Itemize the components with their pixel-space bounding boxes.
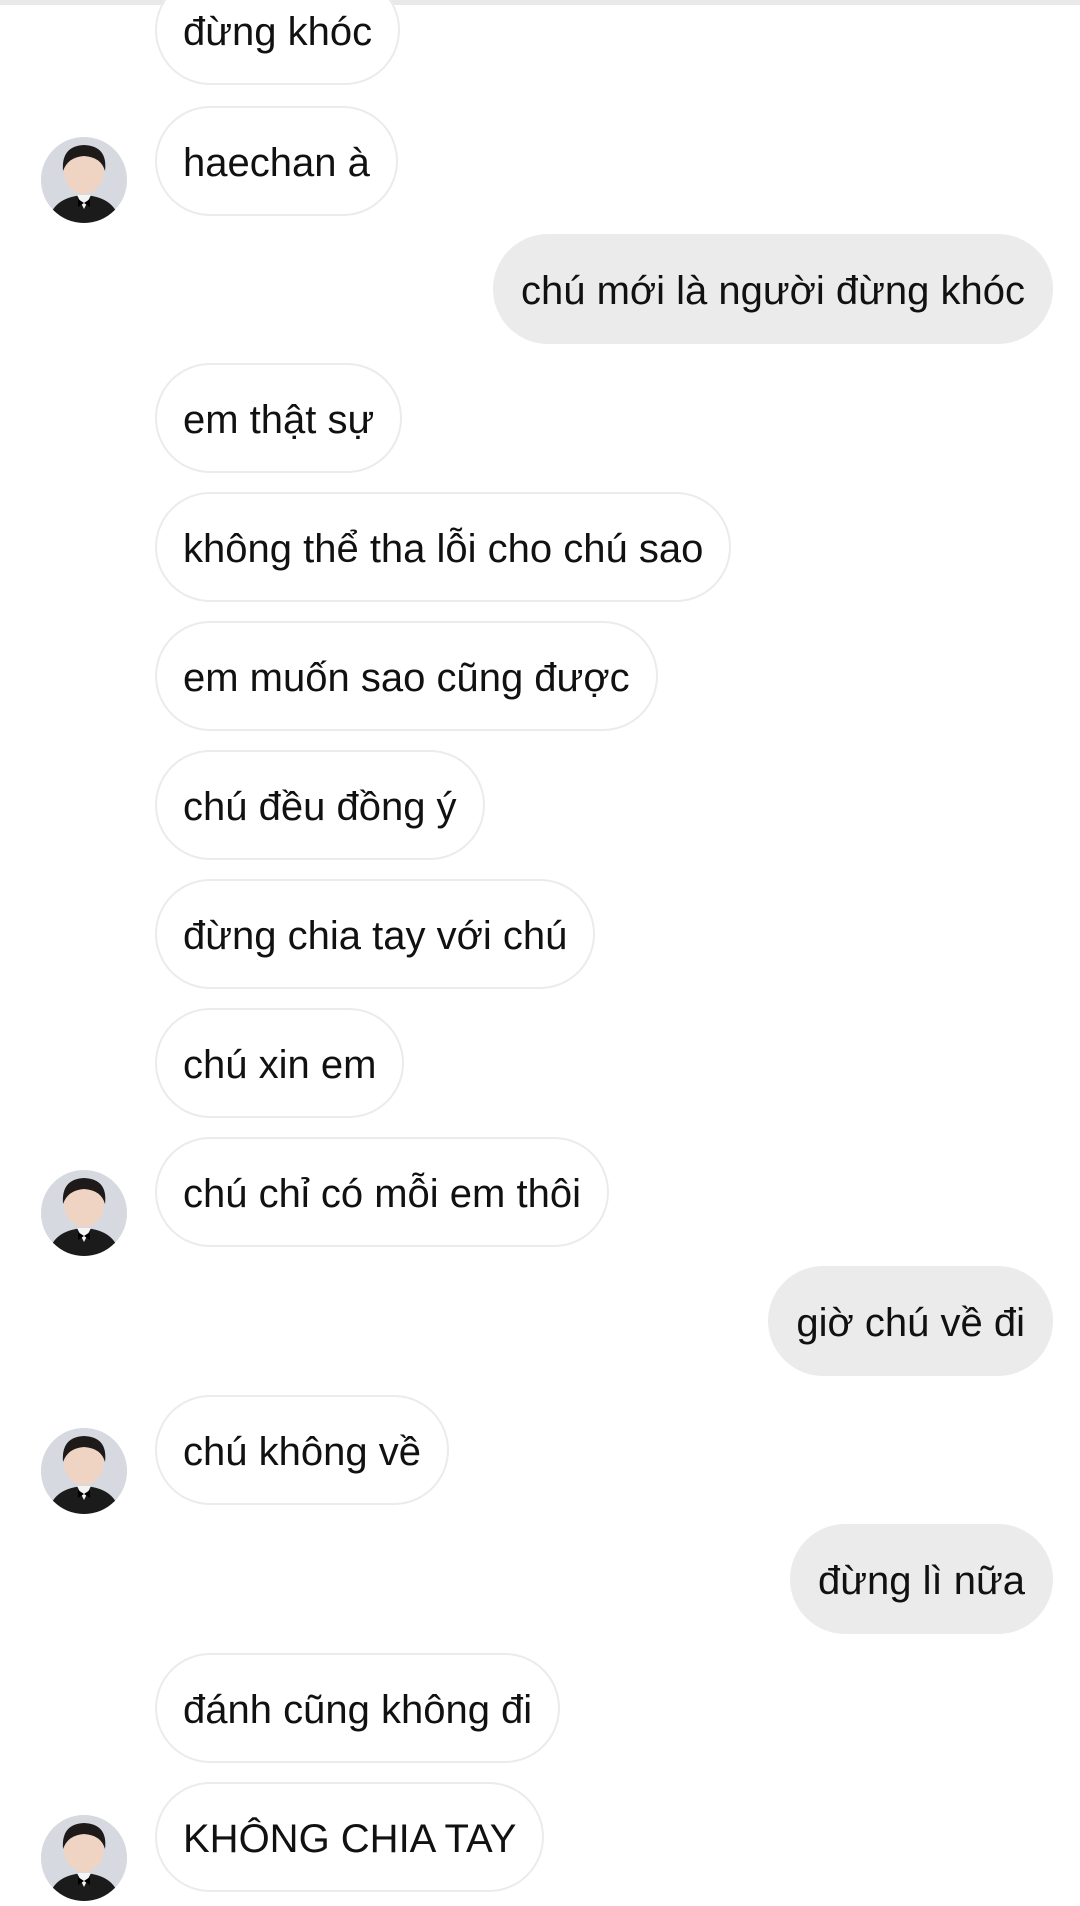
- incoming-message[interactable]: em thật sự: [155, 363, 403, 473]
- outgoing-message[interactable]: chú mới là người đừng khóc: [492, 234, 1053, 344]
- incoming-message[interactable]: KHÔNG CHIA TAY: [155, 1782, 545, 1892]
- contact-avatar-icon[interactable]: [41, 1815, 127, 1901]
- incoming-message[interactable]: haechan à: [155, 106, 398, 216]
- incoming-message[interactable]: đánh cũng không đi: [155, 1653, 561, 1763]
- incoming-message[interactable]: đừng chia tay với chú: [155, 879, 596, 989]
- contact-avatar-icon[interactable]: [41, 137, 127, 223]
- incoming-message[interactable]: chú xin em: [155, 1008, 405, 1118]
- contact-avatar-icon[interactable]: [41, 1170, 127, 1256]
- incoming-message[interactable]: chú đều đồng ý: [155, 750, 485, 860]
- incoming-message[interactable]: em muốn sao cũng được: [155, 621, 658, 731]
- outgoing-message[interactable]: giờ chú về đi: [768, 1266, 1053, 1376]
- incoming-message[interactable]: không thể tha lỗi cho chú sao: [155, 492, 732, 602]
- outgoing-message[interactable]: đừng lì nữa: [789, 1524, 1053, 1634]
- incoming-message[interactable]: chú không về: [155, 1395, 449, 1505]
- incoming-message[interactable]: chú chỉ có mỗi em thôi: [155, 1137, 609, 1247]
- incoming-message[interactable]: đừng khóc: [155, 0, 401, 85]
- contact-avatar-icon[interactable]: [41, 1428, 127, 1514]
